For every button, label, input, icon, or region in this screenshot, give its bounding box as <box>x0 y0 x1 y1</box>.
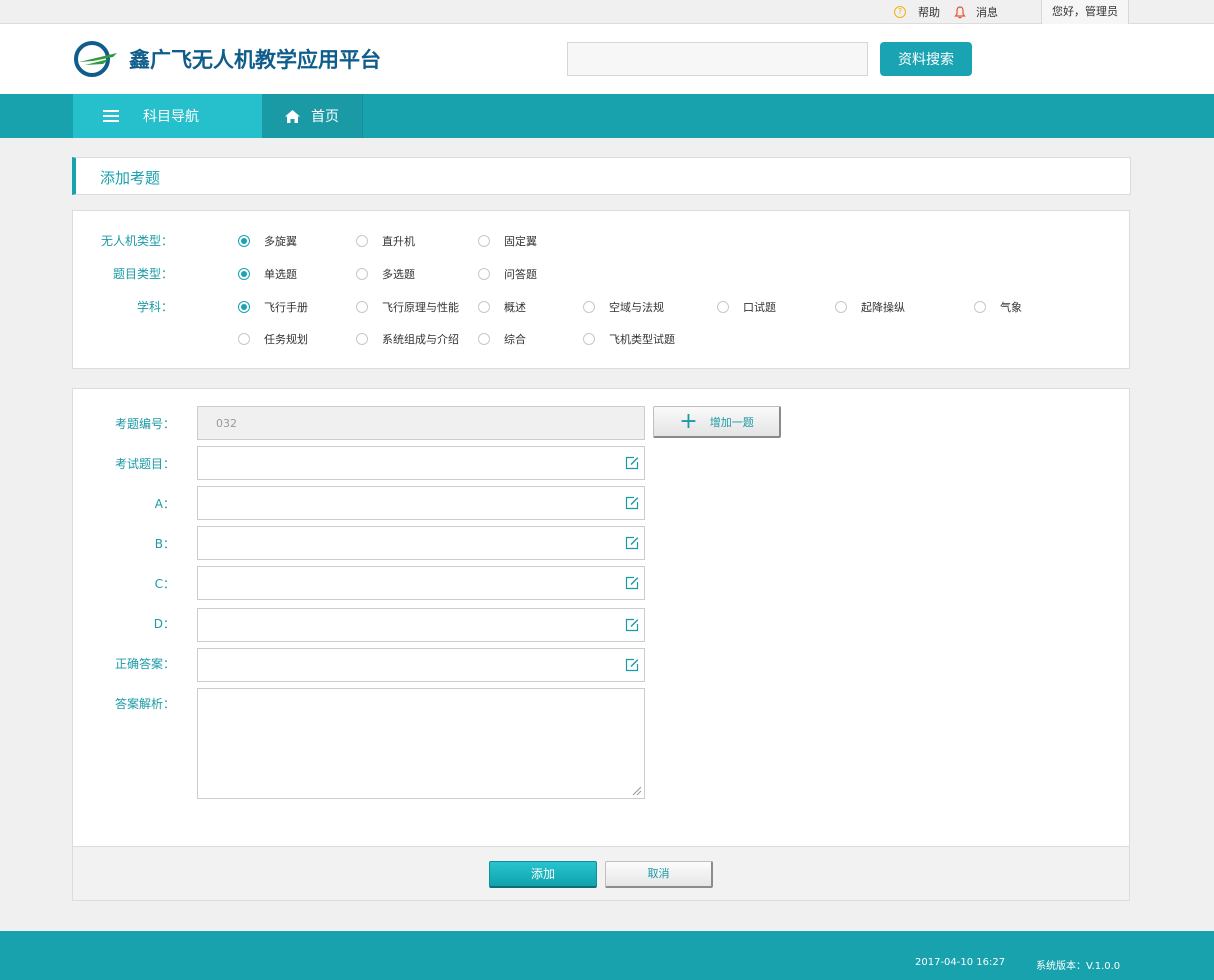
user-greeting[interactable]: 您好，管理员 <box>1041 0 1129 24</box>
help-link[interactable]: ? 帮助 <box>894 5 940 19</box>
radio-subject-oral[interactable]: 口试题 <box>717 299 776 315</box>
radio-subject-takeoff-landing[interactable]: 起降操纵 <box>835 299 905 315</box>
help-circle-icon: ? <box>894 6 906 18</box>
subject-nav-label: 科目导航 <box>143 109 199 125</box>
radio-button[interactable] <box>583 301 595 313</box>
radio-button[interactable] <box>238 268 250 280</box>
form-actions: 添加 取消 <box>73 846 1129 900</box>
logo-text: 鑫广飞无人机教学应用平台 <box>129 48 381 72</box>
radio-button[interactable] <box>356 333 368 345</box>
bell-icon <box>954 5 966 18</box>
question-type-label: 题目类型： <box>112 267 173 281</box>
option-b-label: B： <box>154 537 175 551</box>
radio-button[interactable] <box>717 301 729 313</box>
question-number-label: 考题编号： <box>114 417 175 431</box>
analysis-textarea[interactable] <box>197 688 645 799</box>
filter-panel: 无人机类型： 多旋翼 直升机 固定翼 题目类型： 单选题 多选题 问答题 学科：… <box>72 210 1130 369</box>
radio-button[interactable] <box>356 301 368 313</box>
footer: 2017-04-10 16:27 系统版本：V.1.0.0 <box>0 931 1214 980</box>
help-label: 帮助 <box>918 6 940 19</box>
add-question-button[interactable]: + 增加一题 <box>653 406 781 438</box>
radio-button[interactable] <box>478 235 490 247</box>
cancel-button[interactable]: 取消 <box>605 861 713 888</box>
edit-icon[interactable] <box>625 576 639 590</box>
radio-button[interactable] <box>835 301 847 313</box>
radio-button[interactable] <box>583 333 595 345</box>
edit-icon[interactable] <box>625 456 639 470</box>
radio-button[interactable] <box>238 235 250 247</box>
subject-label: 学科： <box>136 300 173 314</box>
radio-type-single[interactable]: 单选题 <box>238 266 297 282</box>
logo-icon <box>74 41 117 77</box>
correct-answer-label: 正确答案： <box>114 657 175 671</box>
radio-subject-flight-manual[interactable]: 飞行手册 <box>238 299 308 315</box>
edit-icon[interactable] <box>625 536 639 550</box>
edit-icon[interactable] <box>625 496 639 510</box>
option-a-field[interactable] <box>197 486 645 520</box>
add-question-label: 增加一题 <box>709 415 754 429</box>
resize-handle-icon[interactable] <box>630 784 642 796</box>
home-label: 首页 <box>311 109 339 125</box>
radio-button[interactable] <box>356 268 368 280</box>
radio-subject-mission[interactable]: 任务规划 <box>238 331 308 347</box>
header: 鑫广飞无人机教学应用平台 资料搜索 <box>0 24 1214 94</box>
top-bar: ? 帮助 消息 您好，管理员 <box>0 0 1214 24</box>
option-d-field[interactable] <box>197 608 645 642</box>
correct-answer-field[interactable] <box>197 648 645 682</box>
main-nav: 科目导航 首页 <box>0 94 1214 138</box>
option-a-label: A： <box>154 497 175 511</box>
radio-button[interactable] <box>974 301 986 313</box>
question-title-label: 考试题目： <box>114 457 175 471</box>
page-title: 添加考题 <box>100 169 161 187</box>
question-number-field[interactable]: 032 <box>197 406 645 440</box>
radio-button[interactable] <box>238 333 250 345</box>
search-button[interactable]: 资料搜索 <box>880 42 972 76</box>
radio-uav-multirotor[interactable]: 多旋翼 <box>238 233 297 249</box>
menu-icon <box>103 107 119 125</box>
radio-button[interactable] <box>478 333 490 345</box>
radio-subject-system[interactable]: 系统组成与介绍 <box>356 331 459 347</box>
radio-button[interactable] <box>478 301 490 313</box>
radio-button[interactable] <box>478 268 490 280</box>
messages-link[interactable]: 消息 <box>954 5 998 19</box>
plus-icon: + <box>679 408 698 434</box>
radio-uav-fixedwing[interactable]: 固定翼 <box>478 233 537 249</box>
question-form: 考题编号： 032 + 增加一题 考试题目： A： B： C： D： 正确答案：… <box>72 388 1130 901</box>
question-title-field[interactable] <box>197 446 645 480</box>
footer-datetime: 2017-04-10 16:27 <box>915 957 1006 968</box>
option-d-label: D： <box>153 617 175 631</box>
radio-type-qa[interactable]: 问答题 <box>478 266 537 282</box>
radio-button[interactable] <box>356 235 368 247</box>
radio-subject-airspace[interactable]: 空域与法规 <box>583 299 664 315</box>
radio-subject-weather[interactable]: 气象 <box>974 299 1022 315</box>
radio-subject-comprehensive[interactable]: 综合 <box>478 331 526 347</box>
radio-button[interactable] <box>238 301 250 313</box>
analysis-label: 答案解析： <box>114 697 175 711</box>
radio-subject-principles[interactable]: 飞行原理与性能 <box>356 299 459 315</box>
messages-label: 消息 <box>976 6 998 19</box>
submit-button[interactable]: 添加 <box>489 861 597 888</box>
option-b-field[interactable] <box>197 526 645 560</box>
radio-subject-overview[interactable]: 概述 <box>478 299 526 315</box>
option-c-label: C： <box>154 577 175 591</box>
option-c-field[interactable] <box>197 566 645 600</box>
edit-icon[interactable] <box>625 618 639 632</box>
home-icon <box>285 109 300 123</box>
nav-home[interactable]: 首页 <box>262 94 363 138</box>
logo[interactable]: 鑫广飞无人机教学应用平台 <box>73 39 381 79</box>
radio-uav-helicopter[interactable]: 直升机 <box>356 233 415 249</box>
subject-nav-button[interactable]: 科目导航 <box>73 94 262 138</box>
radio-subject-aircraft-type[interactable]: 飞机类型试题 <box>583 331 675 347</box>
uav-type-label: 无人机类型： <box>100 234 173 248</box>
footer-version: 系统版本：V.1.0.0 <box>1036 961 1121 972</box>
page-title-box: 添加考题 <box>72 157 1131 195</box>
search-input[interactable] <box>567 42 868 76</box>
radio-type-multiple[interactable]: 多选题 <box>356 266 415 282</box>
edit-icon[interactable] <box>625 658 639 672</box>
